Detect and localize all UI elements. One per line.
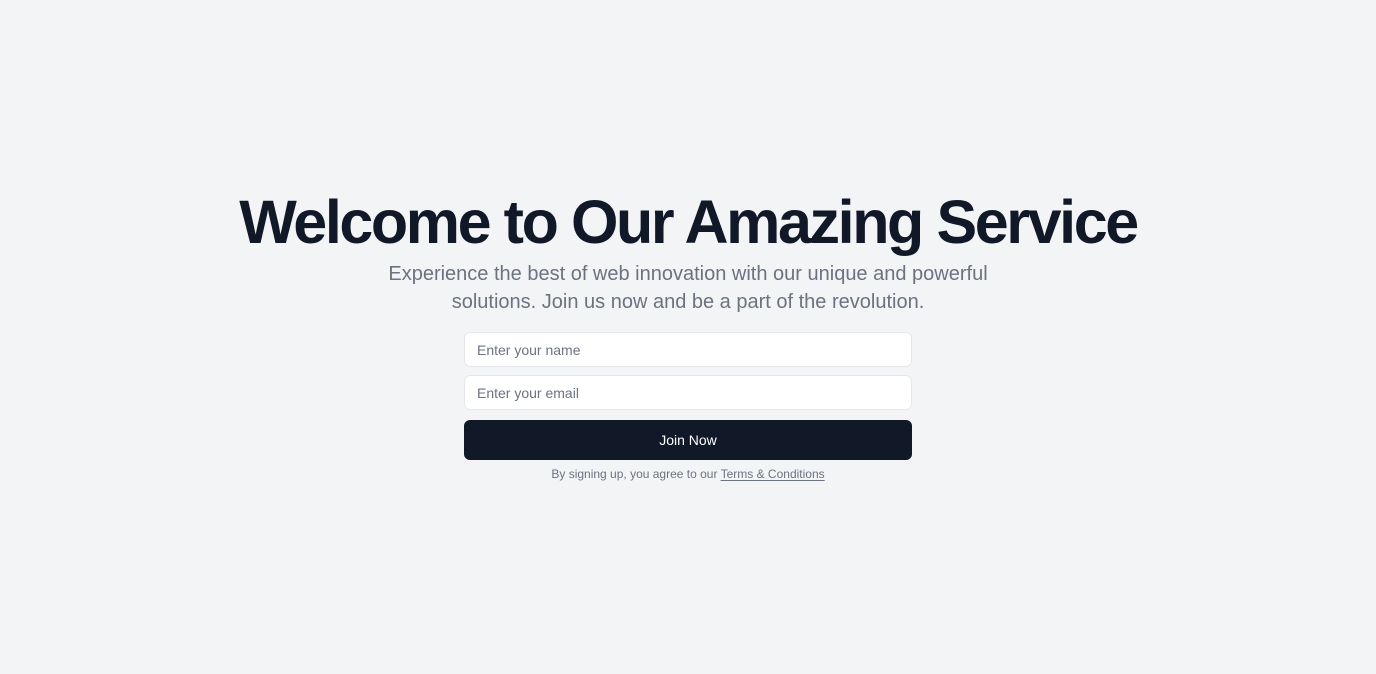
terms-notice-text: By signing up, you agree to our — [551, 467, 721, 481]
hero-subtitle: Experience the best of web innovation wi… — [388, 263, 988, 313]
hero-section: Welcome to Our Amazing Service Experienc… — [0, 0, 1376, 674]
email-input[interactable] — [464, 375, 912, 410]
terms-notice: By signing up, you agree to our Terms & … — [0, 466, 1376, 482]
signup-form: Join Now — [464, 332, 912, 460]
terms-link[interactable]: Terms & Conditions — [721, 467, 825, 481]
join-now-button[interactable]: Join Now — [464, 420, 912, 460]
name-input[interactable] — [464, 332, 912, 367]
page-title: Welcome to Our Amazing Service — [239, 188, 1139, 256]
